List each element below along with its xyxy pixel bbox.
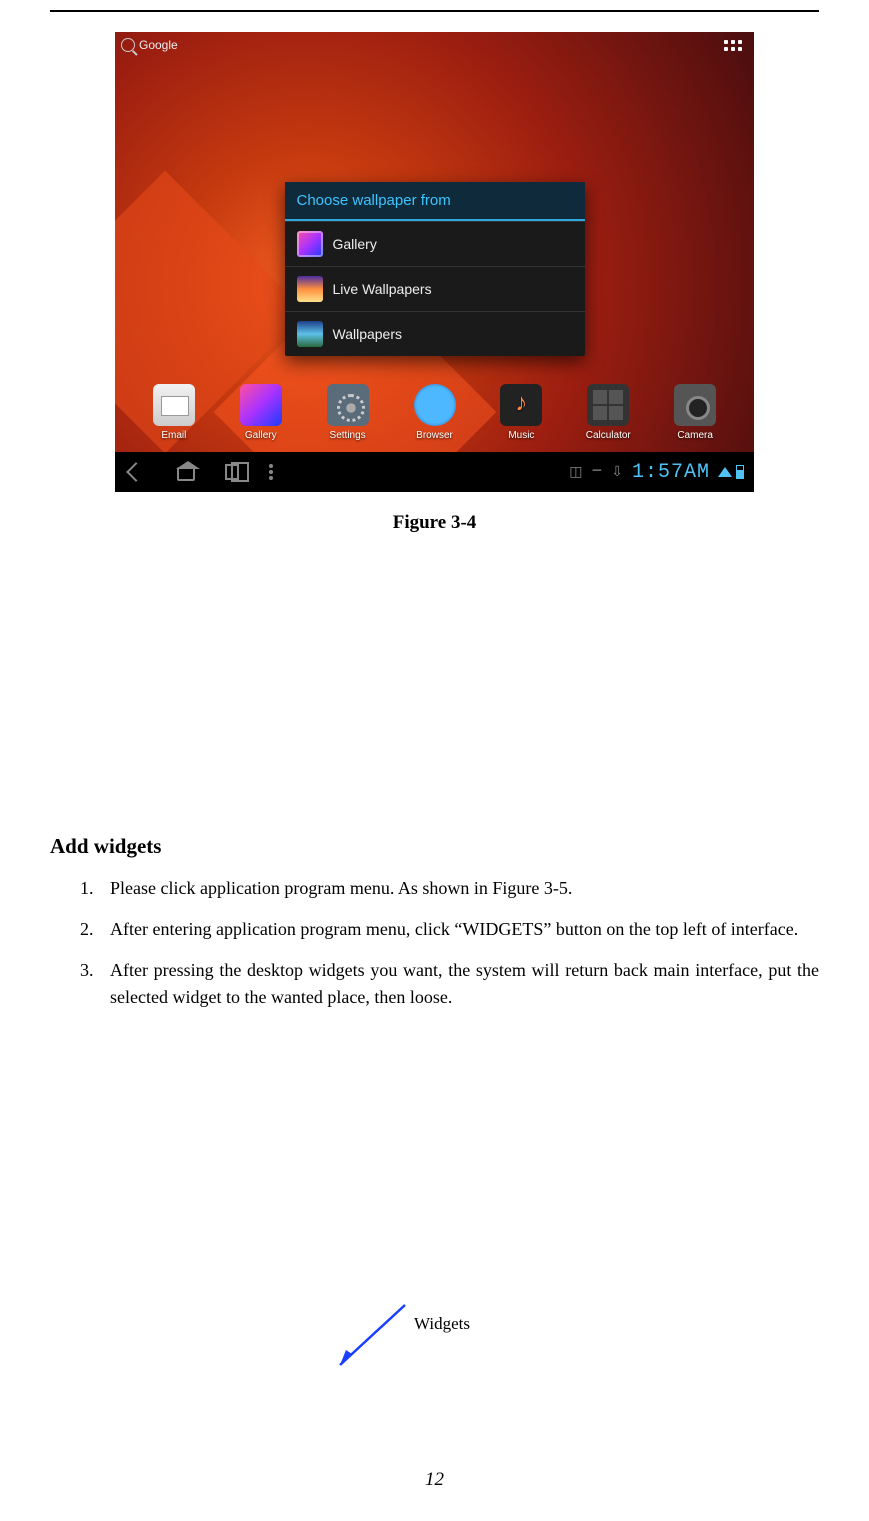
download-icon[interactable]: ⇩ — [611, 464, 624, 481]
navigation-bar: ◫ − ⇩ 1:57AM — [115, 452, 754, 492]
dock-label: Email — [161, 430, 186, 441]
dock-calculator[interactable]: Calculator — [572, 384, 644, 441]
dock-label: Camera — [677, 430, 713, 441]
section-title: Add widgets — [50, 834, 819, 859]
dock-gallery[interactable]: Gallery — [225, 384, 297, 441]
wifi-icon — [718, 467, 732, 477]
tablet-screenshot: Google Choose wallpaper from Gallery Liv… — [115, 32, 754, 492]
dock-email[interactable]: Email — [138, 384, 210, 441]
dock-label: Gallery — [245, 430, 277, 441]
step-item: Please click application program menu. A… — [98, 875, 819, 902]
recent-apps-icon[interactable] — [225, 464, 239, 480]
dialog-item-wallpapers[interactable]: Wallpapers — [285, 311, 585, 356]
dock-label: Settings — [330, 430, 366, 441]
live-wallpapers-icon — [297, 276, 323, 302]
camera-icon — [674, 384, 716, 426]
gallery-icon — [240, 384, 282, 426]
status-icons — [718, 465, 744, 479]
steps-list: Please click application program menu. A… — [50, 875, 819, 1011]
dock-label: Calculator — [586, 430, 631, 441]
search-icon — [121, 38, 135, 52]
dock-camera[interactable]: Camera — [659, 384, 731, 441]
arrow-icon — [330, 1300, 410, 1370]
dialog-item-label: Gallery — [333, 236, 377, 252]
dialog-item-live-wallpapers[interactable]: Live Wallpapers — [285, 266, 585, 311]
app-dock: Email Gallery Settings Browser Music Cal… — [115, 372, 754, 452]
battery-icon — [736, 465, 744, 479]
dialog-item-label: Wallpapers — [333, 326, 403, 342]
minus-icon[interactable]: − — [591, 462, 603, 482]
page-number: 12 — [0, 1469, 869, 1491]
search-bar[interactable]: Google — [121, 38, 178, 52]
step-item: After entering application program menu,… — [98, 916, 819, 943]
top-rule — [50, 10, 819, 12]
clock-text: 1:57AM — [632, 461, 710, 484]
widgets-callout: Widgets — [330, 1300, 530, 1380]
apps-grid-icon[interactable] — [724, 40, 742, 58]
menu-icon[interactable] — [269, 461, 291, 483]
wallpapers-icon — [297, 321, 323, 347]
figure-caption: Figure 3-4 — [50, 512, 819, 534]
gallery-icon — [297, 231, 323, 257]
music-icon — [500, 384, 542, 426]
browser-icon — [414, 384, 456, 426]
home-icon[interactable] — [177, 467, 195, 481]
screenshot-icon[interactable]: ◫ — [569, 464, 583, 481]
widgets-label: Widgets — [414, 1314, 470, 1334]
dock-label: Music — [508, 430, 534, 441]
search-placeholder: Google — [139, 38, 178, 52]
dialog-item-gallery[interactable]: Gallery — [285, 221, 585, 266]
dialog-title: Choose wallpaper from — [285, 182, 585, 221]
calculator-icon — [587, 384, 629, 426]
dialog-item-label: Live Wallpapers — [333, 281, 432, 297]
dock-settings[interactable]: Settings — [312, 384, 384, 441]
step-item: After pressing the desktop widgets you w… — [98, 957, 819, 1011]
settings-icon — [327, 384, 369, 426]
document-page: Google Choose wallpaper from Gallery Liv… — [0, 10, 869, 1521]
dock-music[interactable]: Music — [485, 384, 557, 441]
wallpaper-dialog: Choose wallpaper from Gallery Live Wallp… — [285, 182, 585, 356]
email-icon — [153, 384, 195, 426]
dock-browser[interactable]: Browser — [399, 384, 471, 441]
dock-label: Browser — [416, 430, 453, 441]
back-icon[interactable] — [125, 461, 147, 483]
